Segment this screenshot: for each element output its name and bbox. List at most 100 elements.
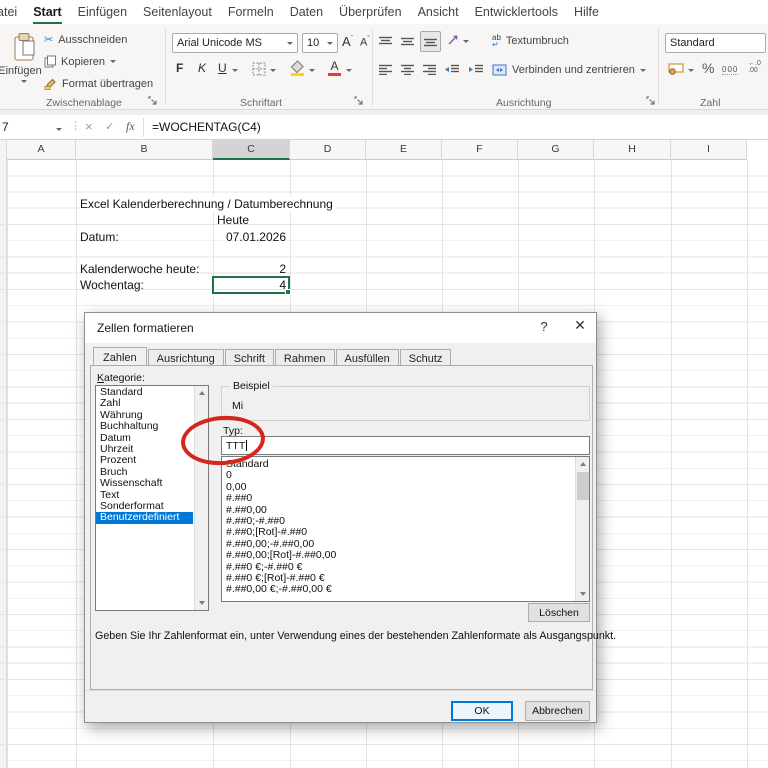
column-header[interactable]: H (594, 140, 671, 160)
clipboard-group-label: Zwischenablage (46, 97, 122, 109)
scroll-down-icon[interactable] (195, 596, 209, 610)
menu-tab[interactable]: Einfügen (78, 5, 127, 22)
accounting-format-icon[interactable] (668, 61, 685, 75)
alignment-dialog-launcher[interactable] (646, 96, 656, 106)
italic-button[interactable]: K (198, 61, 206, 75)
decrease-font-icon[interactable]: Aˇ (360, 36, 370, 49)
category-item[interactable]: Wissenschaft (96, 478, 193, 489)
comma-style-icon[interactable]: 000 (722, 65, 738, 75)
menu-tab[interactable]: Formeln (228, 5, 274, 22)
align-top-icon[interactable] (378, 36, 393, 47)
underline-dropdown-icon[interactable] (232, 69, 238, 75)
cell-C6[interactable]: 2 (213, 261, 286, 277)
delete-format-button[interactable]: Löschen (528, 603, 590, 622)
name-box-dropdown-icon[interactable] (56, 128, 62, 134)
scroll-up-icon[interactable] (195, 386, 209, 400)
scroll-up-icon[interactable] (576, 457, 590, 471)
menu-tab[interactable]: Hilfe (574, 5, 599, 22)
font-color-icon[interactable]: A (328, 60, 341, 76)
scroll-down-icon[interactable] (576, 587, 590, 601)
column-header[interactable]: F (442, 140, 518, 160)
copy-button[interactable]: Kopieren (44, 55, 116, 68)
selected-cell-outline[interactable] (212, 276, 290, 294)
cell-C4[interactable]: 07.01.2026 (213, 229, 286, 245)
menu-tab[interactable]: Überprüfen (339, 5, 402, 22)
format-item[interactable]: #.##0 (222, 493, 574, 504)
column-header[interactable]: B (76, 140, 213, 160)
ok-button[interactable]: OK (451, 701, 513, 721)
typ-input[interactable]: TTT (221, 436, 590, 455)
format-painter-button[interactable]: Format übertragen (44, 77, 153, 90)
bold-button[interactable]: F (176, 61, 183, 75)
dialog-help-icon[interactable]: ? (533, 319, 555, 337)
fill-color-dropdown-icon[interactable] (309, 69, 315, 75)
cell-B6[interactable]: Kalenderwoche heute: (80, 261, 199, 277)
format-item[interactable]: #.##0,00;[Rot]-#.##0,00 (222, 550, 574, 561)
fill-color-icon[interactable] (290, 60, 305, 76)
menu-tab[interactable]: Start (33, 5, 61, 25)
font-name-select[interactable]: Arial Unicode MS (172, 33, 298, 53)
menu-tab[interactable]: Daten (290, 5, 323, 22)
insert-function-icon[interactable]: fx (126, 119, 135, 134)
merge-center-button[interactable]: Verbinden und zentrieren (492, 64, 646, 76)
column-header[interactable]: C (213, 140, 290, 160)
align-middle-icon[interactable] (400, 36, 415, 47)
beispiel-value: Mi (232, 400, 243, 412)
format-item[interactable]: 0,00 (222, 482, 574, 493)
cut-button[interactable]: ✂ Ausschneiden (44, 33, 127, 46)
column-header[interactable]: A (7, 140, 76, 160)
accounting-dropdown-icon[interactable] (688, 69, 694, 75)
dialog-title-bar[interactable]: Zellen formatieren ? ✕ (85, 313, 596, 343)
cell-C3[interactable]: Heute (217, 212, 249, 228)
number-format-select[interactable]: Standard (665, 33, 766, 53)
paste-dropdown-icon[interactable] (21, 80, 27, 86)
font-color-dropdown-icon[interactable] (346, 69, 352, 75)
align-right-icon[interactable] (422, 64, 437, 75)
paste-button[interactable]: Einfügen (6, 32, 42, 90)
column-header[interactable]: G (518, 140, 594, 160)
format-item[interactable]: #.##0,00 €;-#.##0,00 € (222, 584, 574, 595)
increase-font-icon[interactable]: Aˆ (342, 34, 353, 49)
format-scrollbar[interactable] (575, 457, 589, 601)
borders-dropdown-icon[interactable] (270, 69, 276, 75)
merge-dropdown-icon[interactable] (640, 69, 646, 75)
underline-button[interactable]: U (218, 61, 227, 75)
cell-B4[interactable]: Datum: (80, 229, 119, 245)
dialog-close-icon[interactable]: ✕ (567, 317, 593, 338)
cancel-formula-icon[interactable]: × (85, 119, 93, 134)
category-item[interactable]: Benutzerdefiniert (96, 512, 193, 523)
scrollbar-thumb[interactable] (577, 472, 589, 500)
enter-formula-icon[interactable]: ✓ (105, 120, 114, 133)
name-box[interactable]: 7 (2, 120, 9, 134)
menu-tab[interactable]: Seitenlayout (143, 5, 212, 22)
category-item[interactable]: Buchhaltung (96, 421, 193, 432)
align-center-icon[interactable] (400, 64, 415, 75)
align-left-icon[interactable] (378, 64, 393, 75)
decrease-indent-icon[interactable] (444, 64, 460, 75)
copy-dropdown-icon[interactable] (110, 60, 116, 66)
wrap-text-button[interactable]: ab↵ Textumbruch (492, 34, 569, 48)
column-header[interactable]: I (671, 140, 747, 160)
cancel-button[interactable]: Abbrechen (525, 701, 590, 721)
orientation-icon[interactable] (447, 33, 461, 47)
column-header[interactable]: D (290, 140, 366, 160)
align-bottom-icon[interactable] (420, 31, 441, 52)
font-dialog-launcher[interactable] (354, 96, 364, 106)
clipboard-dialog-launcher[interactable] (148, 96, 158, 106)
borders-icon[interactable] (252, 62, 266, 76)
format-item[interactable]: Standard (222, 459, 574, 470)
format-item[interactable]: 0 (222, 470, 574, 481)
column-header[interactable]: E (366, 140, 442, 160)
add-decimal-icon[interactable]: ←.0.00 (748, 60, 761, 74)
orientation-dropdown-icon[interactable] (463, 40, 469, 46)
cell-B7[interactable]: Wochentag: (80, 277, 144, 293)
menu-tab[interactable]: Entwicklertools (475, 5, 558, 22)
cell-B2[interactable]: Excel Kalenderberechnung / Datumberechnu… (80, 196, 337, 212)
percent-style-icon[interactable]: % (702, 60, 714, 76)
increase-indent-icon[interactable] (468, 64, 484, 75)
menu-tab[interactable]: Datei (0, 5, 17, 22)
font-size-select[interactable]: 10 (302, 33, 338, 53)
fill-handle[interactable] (285, 289, 291, 295)
menu-tab[interactable]: Ansicht (418, 5, 459, 22)
formula-input[interactable]: =WOCHENTAG(C4) (152, 120, 261, 134)
